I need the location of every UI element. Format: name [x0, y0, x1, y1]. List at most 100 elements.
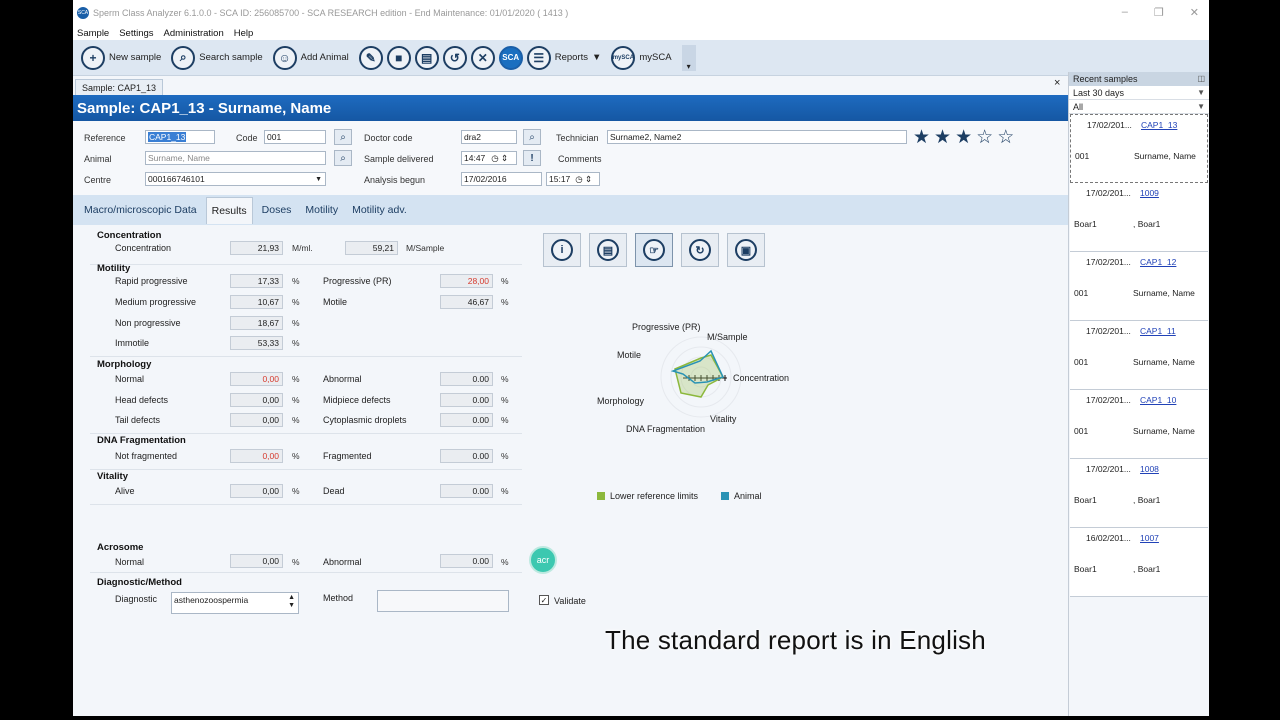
stop-icon[interactable]: ■	[386, 45, 411, 70]
comments-label: Comments	[558, 154, 602, 164]
search-sample-button[interactable]: ⌕ Search sample	[171, 45, 268, 70]
search-doctor-button[interactable]: ⌕	[523, 129, 541, 145]
recent-sample-link[interactable]: CAP1_13	[1141, 120, 1177, 130]
recent-sample-link[interactable]: CAP1_11	[1140, 326, 1176, 336]
legend-lower-reference: Lower reference limits	[597, 491, 698, 501]
diagnostic-label: Diagnostic	[115, 594, 158, 604]
toolbar-overflow-button[interactable]: ▾	[681, 44, 696, 71]
menu-settings[interactable]: Settings	[119, 28, 153, 39]
rating-stars[interactable]: ★ ★ ★ ☆ ☆	[913, 126, 1014, 149]
minimize-icon[interactable]: –	[1122, 6, 1128, 19]
sample-delivered-time[interactable]: 14:47 ◷ ⇕	[461, 151, 517, 165]
image-icon: ▣	[735, 239, 757, 261]
recent-sample-item[interactable]: 17/02/201... CAP1_13 001 Surname, Name	[1070, 114, 1208, 183]
recent-sample-item[interactable]: 16/02/201... 1007 Boar1 , Boar1	[1070, 528, 1208, 597]
hand-document-icon: ☞	[643, 239, 665, 261]
save-icon[interactable]: ▤	[414, 45, 439, 70]
head-defects-label: Head defects	[115, 395, 169, 405]
recent-sample-date: 17/02/201...	[1086, 395, 1131, 405]
star-icon[interactable]: ★	[913, 126, 930, 149]
analysis-begun-date[interactable]: 17/02/2016	[461, 172, 542, 186]
star-outline-icon[interactable]: ☆	[997, 126, 1014, 149]
pipette-icon[interactable]: ✎	[358, 45, 383, 70]
window-title: Sperm Class Analyzer 6.1.0.0 - SCA ID: 2…	[93, 8, 569, 18]
chevron-down-icon: ▼	[315, 175, 322, 183]
validate-label: Validate	[554, 596, 586, 606]
recent-sample-code: Boar1	[1074, 495, 1097, 505]
recent-sample-code: 001	[1074, 288, 1089, 298]
mysca-button[interactable]: mySCA mySCA	[611, 45, 677, 70]
star-icon[interactable]: ★	[934, 126, 951, 149]
acrosome-button[interactable]: acr	[529, 546, 557, 574]
technician-label: Technician	[556, 133, 599, 143]
doctor-code-input[interactable]: dra2	[461, 130, 517, 144]
method-input[interactable]	[377, 590, 509, 612]
tab-motility-adv[interactable]: Motility adv.	[347, 197, 412, 223]
tab-results[interactable]: Results	[205, 196, 253, 224]
close-window-icon[interactable]: ✕	[1190, 6, 1199, 19]
acrosome-title: Acrosome	[97, 542, 144, 553]
analysis-begun-time[interactable]: 15:17 ◷ ⇕	[546, 172, 600, 186]
pin-icon[interactable]: ◫	[1197, 72, 1205, 86]
legend-animal: Animal	[721, 491, 762, 501]
menu-help[interactable]: Help	[234, 28, 254, 39]
info-button[interactable]: i	[543, 233, 581, 267]
percent-unit: %	[292, 451, 300, 461]
undo-icon[interactable]: ↺	[442, 45, 467, 70]
tab-macro-microscopic[interactable]: Macro/microscopic Data	[79, 197, 202, 223]
tab-motility[interactable]: Motility	[300, 197, 343, 223]
animal-input[interactable]: Surname, Name	[145, 151, 326, 165]
document-icon[interactable]: ☰	[526, 45, 551, 70]
percent-unit: %	[292, 297, 300, 307]
midpiece-defects-label: Midpiece defects	[323, 395, 391, 405]
recent-sample-link[interactable]: CAP1_12	[1140, 257, 1176, 267]
add-animal-button[interactable]: ☺ Add Animal	[272, 45, 355, 70]
recent-sample-link[interactable]: 1007	[1140, 533, 1159, 543]
percent-unit: %	[292, 395, 300, 405]
new-sample-button[interactable]: + New sample	[81, 45, 167, 70]
motile-label: Motile	[323, 297, 348, 307]
results-panel: Concentration Concentration 21,93 M/ml. …	[73, 225, 1068, 716]
sca-logo-icon[interactable]: SCA	[498, 45, 523, 70]
recent-sample-item[interactable]: 17/02/201... CAP1_12 001 Surname, Name	[1070, 252, 1208, 321]
reference-input[interactable]: CAP1_13	[145, 130, 215, 144]
document-tab-sample[interactable]: Sample: CAP1_13	[75, 79, 164, 95]
recent-sample-link[interactable]: CAP1_10	[1140, 395, 1176, 405]
alert-button[interactable]: !	[523, 150, 541, 166]
refresh-button[interactable]: ↻	[681, 233, 719, 267]
concentration-title: Concentration	[97, 230, 162, 241]
search-code-button[interactable]: ⌕	[334, 129, 352, 145]
recent-sample-link[interactable]: 1009	[1140, 188, 1159, 198]
recent-sample-item[interactable]: 17/02/201... CAP1_11 001 Surname, Name	[1070, 321, 1208, 390]
menu-administration[interactable]: Administration	[164, 28, 224, 39]
recent-sample-item[interactable]: 17/02/201... 1009 Boar1 , Boar1	[1070, 183, 1208, 252]
reports-button[interactable]: Reports ▼	[555, 52, 608, 63]
period-select[interactable]: Last 30 days ▼	[1069, 86, 1209, 100]
recent-sample-date: 17/02/201...	[1086, 464, 1131, 474]
code-input[interactable]: 001	[264, 130, 326, 144]
print-report-button[interactable]: ☞	[635, 233, 673, 267]
star-icon[interactable]: ★	[955, 126, 972, 149]
filter-select[interactable]: All ▼	[1069, 100, 1209, 114]
report-button[interactable]: ▤	[589, 233, 627, 267]
tab-doses[interactable]: Doses	[257, 197, 297, 223]
star-outline-icon[interactable]: ☆	[976, 126, 993, 149]
image-button[interactable]: ▣	[727, 233, 765, 267]
recent-sample-link[interactable]: 1008	[1140, 464, 1159, 474]
technician-input[interactable]: Surname2, Name2	[607, 130, 907, 144]
diagnostic-input[interactable]: asthenozoospermia ▲ ▼	[171, 592, 299, 614]
centre-select[interactable]: 000166746101 ▼	[145, 172, 326, 186]
spinner-icon[interactable]: ▲ ▼	[288, 594, 295, 610]
concentration-unit: M/ml.	[292, 243, 313, 253]
menu-sample[interactable]: Sample	[77, 28, 109, 39]
restore-icon[interactable]: ❐	[1154, 6, 1164, 19]
legend-label: Lower reference limits	[610, 491, 699, 501]
search-animal-button[interactable]: ⌕	[334, 150, 352, 166]
delete-icon[interactable]: ✕	[470, 45, 495, 70]
recent-sample-item[interactable]: 17/02/201... CAP1_10 001 Surname, Name	[1070, 390, 1208, 459]
method-label: Method	[323, 593, 354, 603]
recent-sample-item[interactable]: 17/02/201... 1008 Boar1 , Boar1	[1070, 459, 1208, 528]
clock-icon: ◷ ⇕	[491, 152, 509, 163]
alive-label: Alive	[115, 486, 135, 496]
validate-checkbox[interactable]: ✓	[539, 595, 549, 605]
